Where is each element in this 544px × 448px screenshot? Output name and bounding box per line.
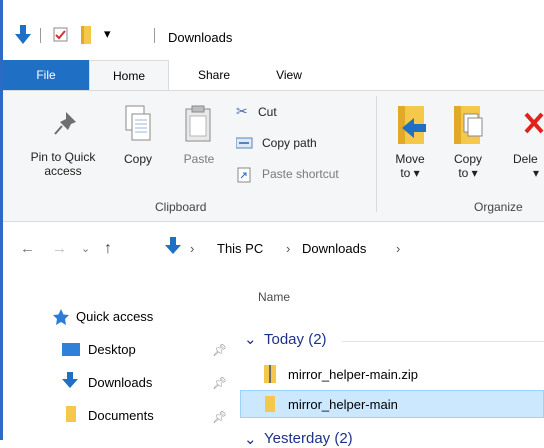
move-to-line2-text: to <box>400 166 411 180</box>
nav-downloads[interactable]: Downloads <box>88 374 152 392</box>
back-arrow-icon[interactable]: ← <box>20 238 35 260</box>
copy-path-button[interactable]: Copy path <box>262 136 317 150</box>
ribbon-group-divider <box>376 96 377 212</box>
pinned-icon: 📌︎ <box>212 343 228 357</box>
tab-view[interactable]: View <box>264 60 314 90</box>
copy-button[interactable]: Copy <box>120 152 156 166</box>
paste-shortcut-button[interactable]: Paste shortcut <box>262 167 339 181</box>
folder-icon[interactable] <box>79 26 93 44</box>
copy-to-line2-text: to <box>458 166 469 180</box>
breadcrumb-separator-icon: › <box>190 241 195 256</box>
copy-to-line2: to ▾ <box>458 166 478 180</box>
copy-to-icon <box>454 106 483 144</box>
paste-shortcut-icon <box>237 167 251 183</box>
move-to-button[interactable]: Move to ▾ <box>388 152 432 180</box>
paste-icon <box>185 105 211 142</box>
delete-label: Dele <box>513 152 538 166</box>
tab-share[interactable]: Share <box>186 60 242 90</box>
file-name[interactable]: mirror_helper-main <box>288 397 398 412</box>
pin-label-line2: access <box>44 164 82 178</box>
copy-to-button[interactable]: Copy to ▾ <box>446 152 490 180</box>
star-icon <box>53 309 69 325</box>
pinned-icon: 📌︎ <box>212 376 228 390</box>
pin-to-quick-access-button[interactable]: Pin to Quick access <box>8 150 118 190</box>
nav-desktop[interactable]: Desktop <box>88 341 136 359</box>
copy-path-icon <box>236 137 253 149</box>
pin-label-line1: Pin to Quick <box>30 150 96 164</box>
downloads-icon <box>62 372 78 388</box>
copy-icon <box>125 105 151 141</box>
delete-button[interactable]: Dele ▾ <box>513 152 544 180</box>
breadcrumb-downloads[interactable]: Downloads <box>302 238 366 260</box>
move-to-line1: Move <box>395 152 425 166</box>
qat-separator <box>40 28 41 43</box>
pinned-icon: 📌︎ <box>212 410 228 424</box>
breadcrumb-separator-icon: › <box>396 241 401 256</box>
forward-arrow-icon[interactable]: → <box>52 238 67 260</box>
zip-folder-icon <box>264 365 276 383</box>
breadcrumb-separator-icon: › <box>286 241 291 256</box>
qat-dropdown-icon[interactable]: ▾ <box>104 26 111 42</box>
properties-check-icon[interactable] <box>53 27 69 43</box>
copy-to-line1: Copy <box>453 152 482 166</box>
delete-x-icon <box>524 112 544 134</box>
pin-icon <box>54 112 76 135</box>
documents-icon <box>66 406 76 422</box>
move-to-line2: to ▾ <box>400 166 420 180</box>
nav-quick-access[interactable]: Quick access <box>76 308 153 326</box>
organize-group-label: Organize <box>474 200 523 214</box>
breadcrumb-this-pc[interactable]: This PC <box>217 238 263 260</box>
down-arrow-icon[interactable] <box>14 25 32 47</box>
scissors-icon: ✂ <box>236 103 248 119</box>
cut-button[interactable]: Cut <box>258 105 277 119</box>
delete-dropdown-icon: ▾ <box>533 166 540 180</box>
group-collapse-chevron-icon[interactable]: ⌄ <box>244 430 257 448</box>
group-divider-line <box>342 341 544 342</box>
move-to-icon <box>398 106 426 144</box>
clipboard-group-label: Clipboard <box>155 200 207 214</box>
column-header-name[interactable]: Name <box>258 290 290 304</box>
desktop-icon <box>62 343 80 356</box>
tab-file[interactable]: File <box>3 60 89 90</box>
folder-icon <box>265 396 275 412</box>
paste-button[interactable]: Paste <box>180 152 218 166</box>
title-separator <box>154 28 155 43</box>
file-name[interactable]: mirror_helper-main.zip <box>288 367 418 382</box>
up-arrow-icon[interactable]: ↑ <box>104 238 112 260</box>
recent-locations-chevron-icon[interactable]: ⌄ <box>81 238 90 260</box>
group-collapse-chevron-icon[interactable]: ⌄ <box>244 330 257 348</box>
downloads-location-icon <box>165 237 181 254</box>
group-yesterday-label[interactable]: Yesterday (2) <box>264 430 353 447</box>
group-today-label[interactable]: Today (2) <box>264 331 327 348</box>
nav-documents[interactable]: Documents <box>88 407 154 425</box>
window-title: Downloads <box>168 30 233 45</box>
tab-home[interactable]: Home <box>89 60 169 91</box>
